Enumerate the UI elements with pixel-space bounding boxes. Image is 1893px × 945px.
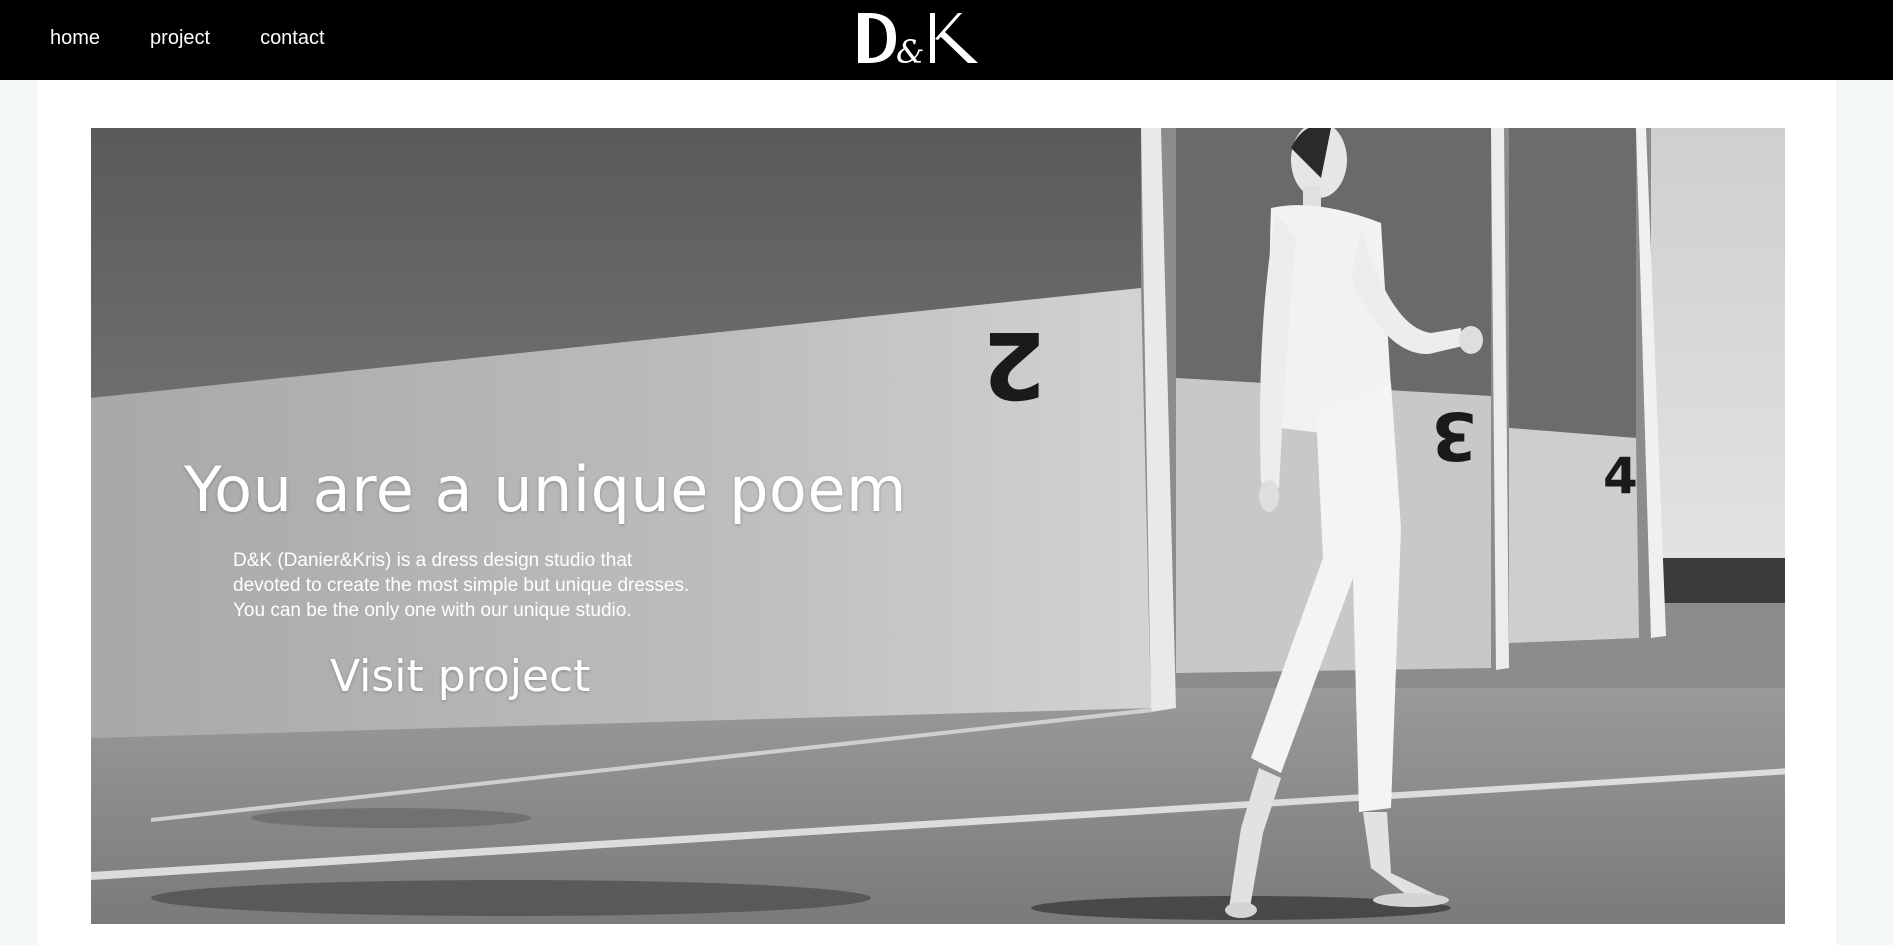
dk-logo[interactable]: & [852,9,984,67]
wall-number-2: 2 [982,311,1046,418]
nav-home-link[interactable]: home [50,27,100,50]
top-navigation-bar: home project contact & [0,0,1893,80]
hero-headline: You are a unique poem [184,453,907,526]
hero-photo: 2 3 4 [91,128,1785,924]
nav-contact-link[interactable]: contact [260,27,324,50]
main-nav: home project contact [50,0,325,80]
hero-description-line: devoted to create the most simple but un… [233,575,690,596]
nav-project-link[interactable]: project [150,27,210,50]
svg-text:&: & [896,33,924,67]
wall-number-4: 4 [1603,447,1638,505]
hero-banner: 2 3 4 You are a unique poem D&K (Danier&… [91,128,1785,924]
visit-project-link[interactable]: Visit project [330,651,590,702]
wall-number-3: 3 [1431,397,1477,474]
hero-description-line: D&K (Danier&Kris) is a dress design stud… [233,550,633,571]
hero-description: D&K (Danier&Kris) is a dress design stud… [233,548,753,623]
hero-description-line: You can be the only one with our unique … [233,600,632,621]
